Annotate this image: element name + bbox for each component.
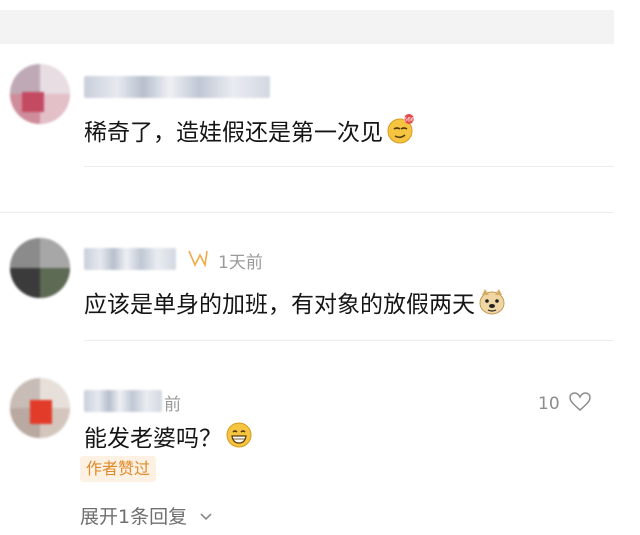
svg-text:666: 666 [403, 117, 415, 124]
smirk-666-emoji-icon: 666 [385, 114, 415, 152]
comment-divider [84, 340, 614, 341]
avatar[interactable] [10, 64, 70, 124]
comment-divider [84, 166, 614, 167]
comment-text: 应该是单身的加班，有对象的放假两天 [84, 286, 507, 324]
username-blurred[interactable] [84, 248, 176, 270]
expand-replies-button[interactable]: 展开1条回复 [80, 502, 213, 529]
username-blurred[interactable] [84, 76, 270, 98]
comment-text-content: 应该是单身的加班，有对象的放假两天 [84, 292, 475, 318]
avatar[interactable] [10, 378, 70, 438]
top-strip [0, 10, 614, 44]
like-button[interactable]: 10 [538, 392, 591, 417]
verified-badge-icon [186, 248, 210, 273]
comment-time: 1天前 [218, 253, 263, 273]
comment-text: 稀奇了，造娃假还是第一次见 666 [84, 114, 415, 152]
comment-text: 能发老婆吗？ [84, 420, 254, 458]
heart-icon [569, 392, 591, 417]
chevron-down-icon [199, 505, 213, 527]
comment-text-content: 能发老婆吗？ [84, 426, 222, 452]
comment-text-content: 稀奇了，造娃假还是第一次见 [84, 120, 383, 146]
username-blurred[interactable] [84, 390, 162, 412]
doge-emoji-icon [477, 286, 507, 324]
comment-time: 前 [164, 395, 181, 415]
grin-emoji-icon [224, 420, 254, 458]
section-divider [0, 212, 614, 213]
author-liked-badge: 作者赞过 [80, 456, 157, 482]
avatar[interactable] [10, 238, 70, 298]
like-count: 10 [538, 394, 560, 414]
expand-replies-label: 展开1条回复 [80, 506, 188, 528]
